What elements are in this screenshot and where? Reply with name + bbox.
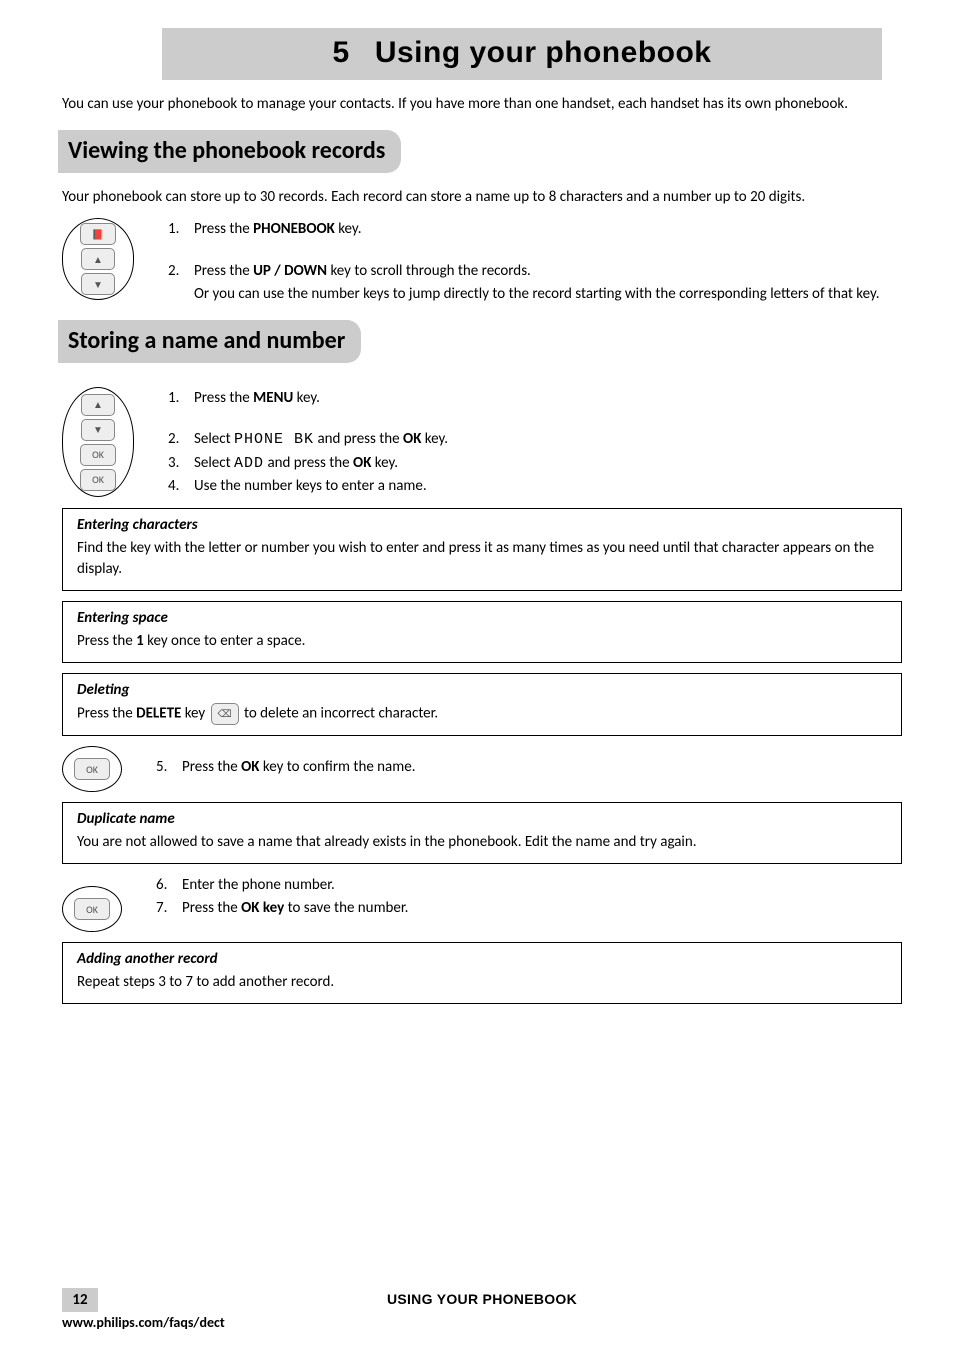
menu-up-key-icon: ▲ xyxy=(81,248,115,270)
note-text: to delete an incorrect character. xyxy=(241,705,439,723)
step-text: and press the xyxy=(314,430,403,448)
note-deleting: Deleting Press the DELETE key ⌫ to delet… xyxy=(62,673,902,736)
page-footer: 12 USING YOUR PHONEBOOK www.philips.com/… xyxy=(0,1288,954,1331)
note-bold: 1 xyxy=(136,632,144,650)
step-text: key to confirm the name. xyxy=(260,758,416,776)
step-5-group: OK 5. Press the OK key to confirm the na… xyxy=(62,746,902,792)
step-text: key. xyxy=(371,454,398,472)
step-text: Press the xyxy=(194,220,253,238)
step-text: key. xyxy=(293,389,320,407)
step-67-group: OK 6. Enter the phone number. 7. Press t… xyxy=(62,874,902,932)
note-body: You are not allowed to save a name that … xyxy=(77,832,887,853)
step-3-storing: 3. Select ADD and press the OK key. xyxy=(168,452,902,475)
section-heading-storing: Storing a name and number xyxy=(58,320,361,363)
step-num: 5. xyxy=(156,756,182,779)
step-text: Use the number keys to enter a name. xyxy=(194,475,902,498)
step-text: key. xyxy=(335,220,362,238)
key-bubble-phonebook-updown: 📕 ▲ ▼ xyxy=(62,218,134,300)
note-entering-space: Entering space Press the 1 key once to e… xyxy=(62,601,902,663)
note-body: Press the DELETE key ⌫ to delete an inco… xyxy=(77,703,887,725)
step-1-storing: 1. Press the MENU key. xyxy=(168,387,902,410)
chapter-title: Using your phonebook xyxy=(375,36,712,69)
step-text: Press the xyxy=(194,262,253,280)
lcd-text: ADD xyxy=(234,455,264,472)
note-entering-characters: Entering characters Find the key with th… xyxy=(62,508,902,591)
step-num: 2. xyxy=(168,428,194,451)
step-num: 7. xyxy=(156,897,182,920)
step-num: 1. xyxy=(168,218,194,241)
note-title: Duplicate name xyxy=(77,809,887,830)
step-bold: PHONEBOOK xyxy=(253,220,335,238)
step-num: 4. xyxy=(168,475,194,498)
step-bold: UP / DOWN xyxy=(253,262,327,280)
section-heading-viewing: Viewing the phonebook records xyxy=(58,130,401,173)
step-text: and press the xyxy=(264,454,353,472)
step-text: to save the number. xyxy=(284,899,408,917)
note-text: Press the xyxy=(77,632,136,650)
chapter-number: 5 xyxy=(333,36,350,69)
key-bubble-menu-ok: ▲ ▼ OK OK xyxy=(62,387,134,497)
note-title: Deleting xyxy=(77,680,887,701)
step-4-storing: 4. Use the number keys to enter a name. xyxy=(168,475,902,498)
note-bold: DELETE xyxy=(136,705,181,723)
note-title: Entering characters xyxy=(77,515,887,536)
lcd-text: PHONE BK xyxy=(234,431,314,448)
ok-key-icon: OK xyxy=(80,444,116,466)
note-title: Adding another record xyxy=(77,949,887,970)
footer-center-text: USING YOUR PHONEBOOK xyxy=(98,1291,866,1307)
step-text: key. xyxy=(421,430,448,448)
step-text: Press the xyxy=(182,758,241,776)
key-bubble-ok: OK xyxy=(62,746,122,792)
step-7-storing: 7. Press the OK key to save the number. xyxy=(156,897,902,920)
step-text: Enter the phone number. xyxy=(182,874,902,897)
step-text: Select xyxy=(194,430,234,448)
step-bold: OK xyxy=(403,430,421,448)
key-bubble-ok: OK xyxy=(62,886,122,932)
chapter-header: 5 Using your phonebook xyxy=(162,28,882,80)
section-intro-viewing: Your phonebook can store up to 30 record… xyxy=(62,187,902,208)
page-number: 12 xyxy=(62,1288,98,1312)
step-bold: MENU xyxy=(253,389,293,407)
menu-up-key-icon: ▲ xyxy=(81,394,115,416)
note-text: Press the xyxy=(77,705,136,723)
footer-url: www.philips.com/faqs/dect xyxy=(62,1314,902,1331)
note-adding-another: Adding another record Repeat steps 3 to … xyxy=(62,942,902,1004)
step-bold: OK xyxy=(353,454,371,472)
step-2-viewing: 2. Press the UP / DOWN key to scroll thr… xyxy=(168,260,902,283)
note-text: key once to enter a space. xyxy=(144,632,306,650)
step-text: Press the xyxy=(194,389,253,407)
chapter-intro: You can use your phonebook to manage you… xyxy=(62,94,902,114)
step-continuation-viewing: Or you can use the number keys to jump d… xyxy=(194,283,902,306)
step-num: 1. xyxy=(168,387,194,410)
note-text: key xyxy=(181,705,208,723)
step-text: key to scroll through the records. xyxy=(327,262,531,280)
step-text: Select xyxy=(194,454,234,472)
step-bold: OK key xyxy=(241,899,284,917)
phonebook-key-icon: 📕 xyxy=(80,223,116,245)
step-group-storing-1: ▲ ▼ OK OK 1. Press the MENU key. 2. Sele… xyxy=(62,387,902,498)
step-6-storing: 6. Enter the phone number. xyxy=(156,874,902,897)
step-5-storing: 5. Press the OK key to confirm the name. xyxy=(156,756,902,779)
note-title: Entering space xyxy=(77,608,887,629)
menu-down-key-icon: ▼ xyxy=(81,273,115,295)
note-body: Press the 1 key once to enter a space. xyxy=(77,631,887,652)
ok-key-icon: OK xyxy=(80,469,116,491)
step-num: 6. xyxy=(156,874,182,897)
step-1-viewing: 1. Press the PHONEBOOK key. xyxy=(168,218,902,241)
note-body: Repeat steps 3 to 7 to add another recor… xyxy=(77,972,887,993)
step-num: 3. xyxy=(168,452,194,475)
step-bold: OK xyxy=(241,758,259,776)
delete-key-icon: ⌫ xyxy=(211,703,239,725)
step-num: 2. xyxy=(168,260,194,283)
note-body: Find the key with the letter or number y… xyxy=(77,538,887,580)
ok-key-icon: OK xyxy=(74,898,110,920)
note-duplicate-name: Duplicate name You are not allowed to sa… xyxy=(62,802,902,864)
step-text: Press the xyxy=(182,899,241,917)
step-2-storing: 2. Select PHONE BK and press the OK key. xyxy=(168,428,902,451)
menu-down-key-icon: ▼ xyxy=(81,419,115,441)
ok-key-icon: OK xyxy=(74,758,110,780)
step-group-viewing: 📕 ▲ ▼ 1. Press the PHONEBOOK key. 2. Pre… xyxy=(62,218,902,306)
